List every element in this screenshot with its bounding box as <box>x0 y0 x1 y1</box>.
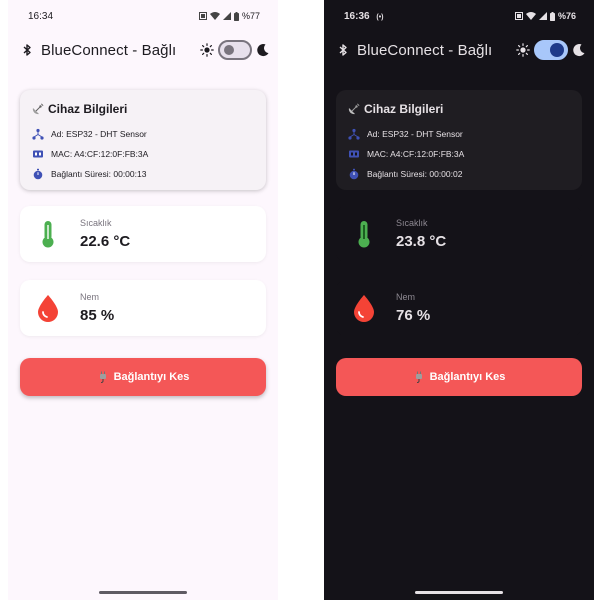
moon-icon <box>573 44 585 57</box>
temperature-text: Sıcaklık 23.8 °C <box>396 218 446 250</box>
plug-icon <box>99 371 106 383</box>
device-name-row: Ad: ESP32 - DHT Sensor <box>348 124 570 144</box>
status-bar: 16:34 %77 <box>8 0 278 32</box>
phone-dark-screen: 16:36 (•) %76 BlueConnect - Bağlı Cihaz … <box>324 0 594 600</box>
theme-toggle[interactable] <box>534 40 568 60</box>
screenshot-icon <box>514 12 523 20</box>
card-title: Cihaz Bilgileri <box>348 102 570 116</box>
connection-duration: Bağlantı Süresi: 00:00:13 <box>51 169 147 179</box>
temperature-card: Sıcaklık 23.8 °C <box>336 206 582 262</box>
mac-row: MAC: A4:CF:12:0F:FB:3A <box>348 144 570 164</box>
wifi-icon <box>525 12 536 20</box>
theme-toggle[interactable] <box>218 40 252 60</box>
sun-icon <box>200 43 214 57</box>
disconnect-button[interactable]: Bağlantıyı Kes <box>20 358 266 396</box>
temperature-label: Sıcaklık <box>80 218 112 228</box>
duration-row: Bağlantı Süresi: 00:00:02 <box>348 164 570 184</box>
mac-row: MAC: A4:CF:12:0F:FB:3A <box>32 144 254 164</box>
status-time-group: 16:36 (•) <box>344 11 383 22</box>
screenshot-icon <box>198 12 207 20</box>
app-title: BlueConnect - Bağlı <box>41 41 177 59</box>
disconnect-button[interactable]: Bağlantıyı Kes <box>336 358 582 396</box>
humidity-value: 76 % <box>396 307 431 324</box>
card-title-text: Cihaz Bilgileri <box>48 102 128 116</box>
device-name: Ad: ESP32 - DHT Sensor <box>367 129 463 139</box>
mac-address: MAC: A4:CF:12:0F:FB:3A <box>367 149 465 159</box>
humidity-text: Nem 85 % <box>80 292 114 324</box>
temperature-value: 23.8 °C <box>396 233 447 250</box>
humidity-label: Nem <box>80 292 100 302</box>
battery-percent: %76 <box>557 11 576 21</box>
app-bar: BlueConnect - Bağlı <box>324 32 594 68</box>
satellite-antenna-icon <box>348 103 360 115</box>
moon-icon <box>257 44 269 57</box>
chip-icon <box>349 150 359 158</box>
duration-row: Bağlantı Süresi: 00:00:13 <box>32 164 254 184</box>
gesture-nav-bar[interactable] <box>99 591 187 594</box>
plug-icon <box>415 371 422 383</box>
network-icon <box>348 128 360 140</box>
app-title: BlueConnect - Bağlı <box>357 41 493 59</box>
battery-icon <box>233 11 239 21</box>
drop-icon <box>38 295 58 322</box>
device-name-row: Ad: ESP32 - DHT Sensor <box>32 124 254 144</box>
status-icons: %76 <box>514 11 576 21</box>
phone-light-screen: 16:34 %77 BlueConnect - Bağlı Cihaz Bilg… <box>8 0 278 600</box>
satellite-antenna-icon <box>32 103 44 115</box>
sun-icon <box>516 43 530 57</box>
battery-icon <box>549 11 555 21</box>
signal-icon <box>222 12 231 20</box>
disconnect-label: Bağlantıyı Kes <box>113 371 190 383</box>
humidity-text: Nem 76 % <box>396 292 430 324</box>
bluetooth-icon <box>339 44 347 56</box>
temperature-label: Sıcaklık <box>396 218 428 228</box>
drop-icon <box>354 295 374 322</box>
hotspot-indicator: (•) <box>376 13 384 21</box>
device-name: Ad: ESP32 - DHT Sensor <box>51 129 147 139</box>
card-title: Cihaz Bilgileri <box>32 102 254 116</box>
gesture-nav-bar[interactable] <box>415 591 503 594</box>
status-icons: %77 <box>198 11 260 21</box>
stopwatch-icon <box>349 168 359 180</box>
chip-icon <box>33 150 43 158</box>
wifi-icon <box>209 12 220 20</box>
status-time: 16:34 <box>28 10 54 22</box>
temperature-card: Sıcaklık 22.6 °C <box>20 206 266 262</box>
mac-address: MAC: A4:CF:12:0F:FB:3A <box>51 149 149 159</box>
humidity-label: Nem <box>396 292 416 302</box>
thermometer-icon <box>42 221 54 248</box>
thermometer-icon <box>358 221 370 248</box>
connection-duration: Bağlantı Süresi: 00:00:02 <box>367 169 463 179</box>
device-info-card: Cihaz Bilgileri Ad: ESP32 - DHT Sensor M… <box>336 90 582 190</box>
network-icon <box>32 128 44 140</box>
temperature-value: 22.6 °C <box>80 233 131 250</box>
status-bar: 16:36 (•) %76 <box>324 0 594 32</box>
device-info-card: Cihaz Bilgileri Ad: ESP32 - DHT Sensor M… <box>20 90 266 190</box>
temperature-text: Sıcaklık 22.6 °C <box>80 218 130 250</box>
stopwatch-icon <box>33 168 43 180</box>
card-title-text: Cihaz Bilgileri <box>364 102 444 116</box>
toggle-knob <box>224 45 234 55</box>
battery-percent: %77 <box>241 11 260 21</box>
humidity-value: 85 % <box>80 307 115 324</box>
humidity-card: Nem 85 % <box>20 280 266 336</box>
status-time: 16:36 <box>344 10 370 22</box>
humidity-card: Nem 76 % <box>336 280 582 336</box>
bluetooth-icon <box>23 44 31 56</box>
disconnect-label: Bağlantıyı Kes <box>429 371 506 383</box>
signal-icon <box>538 12 547 20</box>
toggle-knob <box>550 43 564 57</box>
app-bar: BlueConnect - Bağlı <box>8 32 278 68</box>
